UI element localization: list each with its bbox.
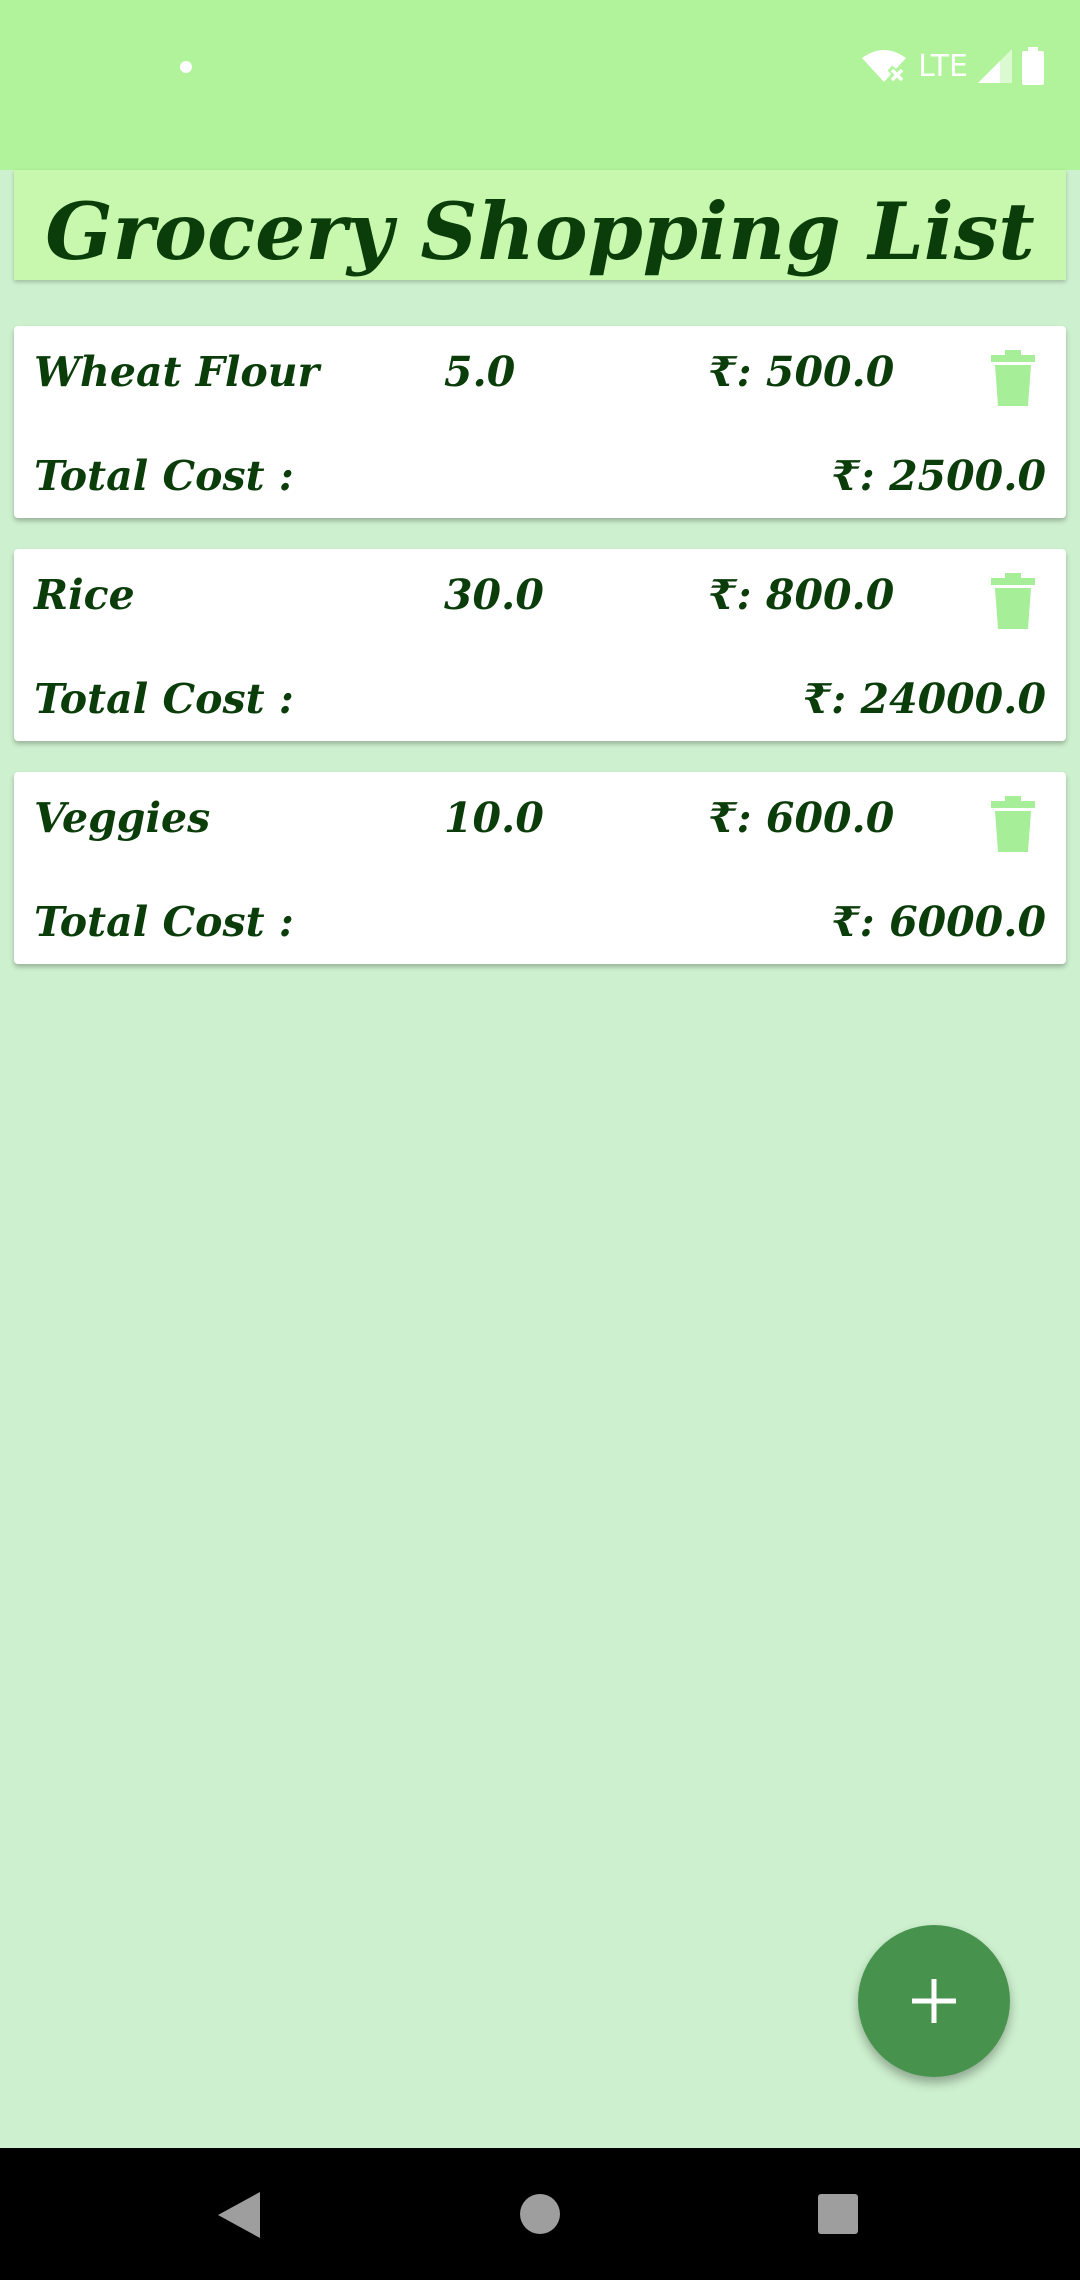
item-quantity: 10.0 <box>444 794 544 842</box>
item-name: Wheat Flour <box>34 348 320 396</box>
title-banner: Grocery Shopping List <box>14 170 1066 280</box>
delete-icon[interactable] <box>989 573 1037 629</box>
delete-icon[interactable] <box>989 796 1037 852</box>
plus-icon <box>912 1979 956 2023</box>
item-price: ₹: 500.0 <box>708 348 895 396</box>
add-item-button[interactable] <box>858 1925 1010 2077</box>
status-icons: LTE <box>860 44 1044 88</box>
delete-icon[interactable] <box>989 350 1037 406</box>
back-icon[interactable] <box>218 2192 260 2238</box>
grocery-item-card[interactable]: Rice 30.0 ₹: 800.0 Total Cost : ₹: 24000… <box>14 549 1066 741</box>
notification-dot-icon <box>180 61 192 73</box>
grocery-item-card[interactable]: Veggies 10.0 ₹: 600.0 Total Cost : ₹: 60… <box>14 772 1066 964</box>
wifi-off-icon <box>862 50 907 84</box>
item-quantity: 30.0 <box>444 571 544 619</box>
item-quantity: 5.0 <box>444 348 516 396</box>
item-name: Rice <box>34 571 135 619</box>
item-price: ₹: 600.0 <box>708 794 895 842</box>
total-cost-label: Total Cost : <box>34 675 294 723</box>
item-name: Veggies <box>34 794 211 842</box>
status-bar: LTE <box>0 0 1080 170</box>
total-cost-label: Total Cost : <box>34 898 294 946</box>
network-type-label: LTE <box>918 48 968 84</box>
navigation-bar <box>0 2148 1080 2280</box>
recents-icon[interactable] <box>818 2194 858 2234</box>
grocery-item-card[interactable]: Wheat Flour 5.0 ₹: 500.0 Total Cost : ₹:… <box>14 326 1066 518</box>
page-title: Grocery Shopping List <box>45 184 1035 278</box>
total-cost-value: ₹: 6000.0 <box>831 898 1046 946</box>
item-price: ₹: 800.0 <box>708 571 895 619</box>
total-cost-label: Total Cost : <box>34 452 294 500</box>
total-cost-value: ₹: 2500.0 <box>831 452 1046 500</box>
signal-icon <box>978 49 1012 83</box>
home-icon[interactable] <box>520 2194 560 2234</box>
battery-icon <box>1022 47 1044 85</box>
total-cost-value: ₹: 24000.0 <box>802 675 1046 723</box>
